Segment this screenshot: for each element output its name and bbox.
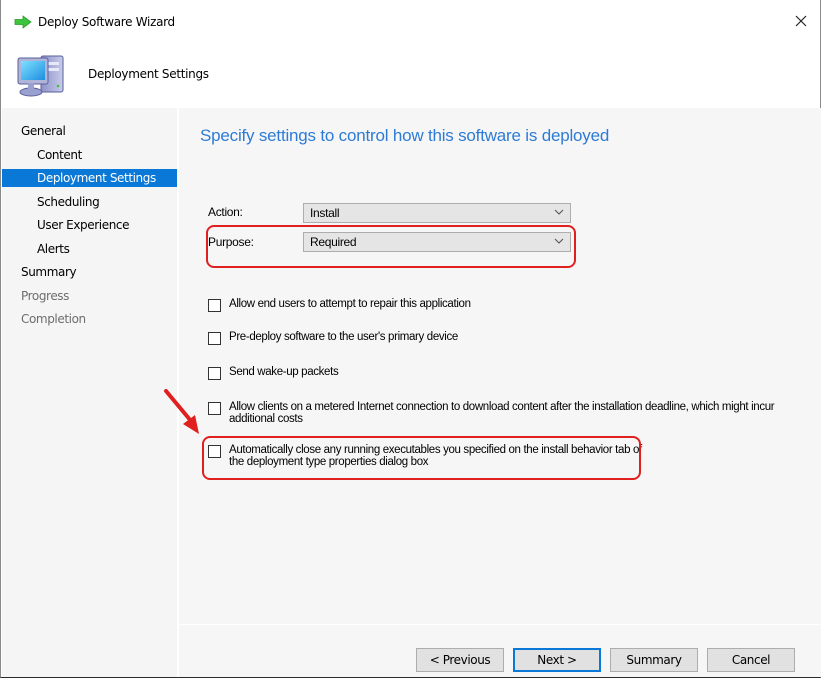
chevron-down-icon	[554, 209, 564, 215]
option-allow-repair[interactable]: Allow end users to attempt to repair thi…	[208, 298, 471, 312]
option-predeploy[interactable]: Pre-deploy software to the user's primar…	[208, 331, 458, 345]
action-label: Action:	[208, 205, 243, 219]
cancel-button[interactable]: Cancel	[707, 648, 795, 672]
option-label: Pre-deploy software to the user's primar…	[229, 331, 458, 343]
checkbox[interactable]	[208, 367, 221, 380]
nav-item-general[interactable]: General	[2, 122, 177, 140]
purpose-dropdown[interactable]: Required	[303, 232, 571, 252]
option-auto-close-executables[interactable]: Automatically close any running executab…	[208, 444, 648, 468]
purpose-value: Required	[310, 235, 357, 249]
option-wake-up-packets[interactable]: Send wake-up packets	[208, 366, 339, 380]
action-value: Install	[310, 206, 340, 220]
page-heading: Specify settings to control how this sof…	[200, 126, 610, 145]
nav-item-user-experience[interactable]: User Experience	[2, 216, 177, 234]
header-title: Deployment Settings	[88, 67, 209, 81]
wizard-window: Deploy Software Wizard Deployment Settin…	[0, 0, 821, 678]
purpose-label: Purpose:	[208, 235, 254, 249]
option-metered-connection[interactable]: Allow clients on a metered Internet conn…	[208, 401, 798, 425]
footer-divider	[179, 624, 821, 625]
action-dropdown[interactable]: Install	[303, 203, 571, 223]
window-title: Deploy Software Wizard	[38, 15, 175, 29]
wizard-nav: General Content Deployment Settings Sche…	[2, 108, 177, 677]
close-icon	[795, 15, 807, 27]
checkbox[interactable]	[208, 332, 221, 345]
next-button[interactable]: Next >	[513, 648, 601, 672]
content-panel: Specify settings to control how this sof…	[179, 108, 821, 677]
option-label: Send wake-up packets	[229, 366, 339, 378]
summary-button[interactable]: Summary	[610, 648, 698, 672]
green-arrow-icon	[14, 15, 32, 29]
nav-item-deployment-settings[interactable]: Deployment Settings	[2, 169, 177, 187]
previous-button[interactable]: < Previous	[416, 648, 504, 672]
nav-item-completion: Completion	[21, 312, 86, 326]
option-label: Automatically close any running executab…	[229, 444, 642, 468]
nav-item-summary[interactable]: Summary	[2, 263, 177, 281]
checkbox[interactable]	[208, 402, 221, 415]
computer-icon	[17, 55, 64, 97]
nav-item-alerts[interactable]: Alerts	[2, 240, 177, 258]
checkbox[interactable]	[208, 445, 221, 458]
nav-item-scheduling[interactable]: Scheduling	[2, 193, 177, 211]
option-label: Allow clients on a metered Internet conn…	[229, 401, 775, 425]
chevron-down-icon	[554, 238, 564, 244]
red-arrow-annotation-icon	[164, 389, 199, 434]
title-bar: Deploy Software Wizard	[1, 0, 820, 42]
nav-item-progress: Progress	[21, 289, 70, 303]
close-button[interactable]	[788, 9, 814, 33]
wizard-header: Deployment Settings	[1, 42, 820, 108]
nav-item-content[interactable]: Content	[2, 146, 177, 164]
option-label: Allow end users to attempt to repair thi…	[229, 298, 471, 310]
checkbox[interactable]	[208, 299, 221, 312]
